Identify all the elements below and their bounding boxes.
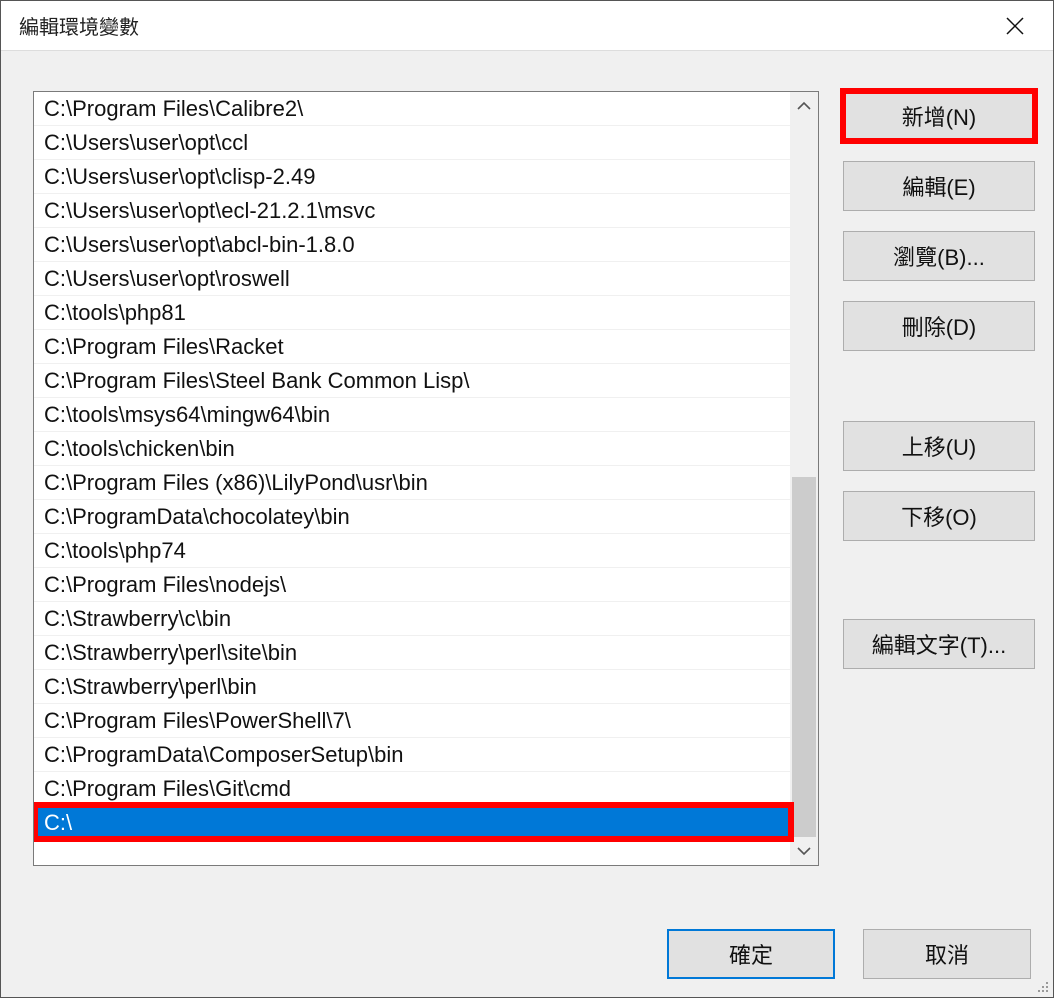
scroll-thumb[interactable]: [792, 477, 816, 837]
list-item[interactable]: C:\Users\user\opt\roswell: [34, 262, 790, 296]
list-item[interactable]: C:\Strawberry\c\bin: [34, 602, 790, 636]
list-item[interactable]: C:\Program Files\nodejs\: [34, 568, 790, 602]
list-item[interactable]: C:\Users\user\opt\clisp-2.49: [34, 160, 790, 194]
list-item[interactable]: C:\Strawberry\perl\bin: [34, 670, 790, 704]
browse-button[interactable]: 瀏覽(B)...: [843, 231, 1035, 281]
edit-text-button[interactable]: 編輯文字(T)...: [843, 619, 1035, 669]
list-item[interactable]: C:\Users\user\opt\ccl: [34, 126, 790, 160]
list-item[interactable]: C:\tools\php74: [34, 534, 790, 568]
list-item[interactable]: C:\ProgramData\ComposerSetup\bin: [34, 738, 790, 772]
side-buttons: 新增(N) 編輯(E) 瀏覽(B)... 刪除(D) 上移(U) 下移(O) 編…: [843, 91, 1035, 889]
close-icon: [1006, 17, 1024, 35]
list-item[interactable]: C:\ProgramData\chocolatey\bin: [34, 500, 790, 534]
scroll-down-button[interactable]: [790, 837, 818, 865]
dialog-window: 編輯環境變數 C:\Program Files\Calibre2\C:\User…: [0, 0, 1054, 998]
dialog-content: C:\Program Files\Calibre2\C:\Users\user\…: [1, 51, 1053, 997]
list-wrap: C:\Program Files\Calibre2\C:\Users\user\…: [33, 91, 819, 889]
list-item[interactable]: C:\Users\user\opt\ecl-21.2.1\msvc: [34, 194, 790, 228]
list-item[interactable]: C:\Program Files\Steel Bank Common Lisp\: [34, 364, 790, 398]
spacer: [843, 561, 1035, 599]
list-item[interactable]: C:\Users\user\opt\abcl-bin-1.8.0: [34, 228, 790, 262]
spacer: [843, 371, 1035, 401]
list-item[interactable]: C:\tools\msys64\mingw64\bin: [34, 398, 790, 432]
close-button[interactable]: [995, 6, 1035, 46]
list-item[interactable]: C:\Program Files (x86)\LilyPond\usr\bin: [34, 466, 790, 500]
list-item[interactable]: C:\: [34, 806, 790, 840]
delete-button[interactable]: 刪除(D): [843, 301, 1035, 351]
move-down-button[interactable]: 下移(O): [843, 491, 1035, 541]
path-listbox[interactable]: C:\Program Files\Calibre2\C:\Users\user\…: [33, 91, 819, 866]
list-item[interactable]: C:\tools\php81: [34, 296, 790, 330]
list-item[interactable]: C:\Program Files\Calibre2\: [34, 92, 790, 126]
new-button[interactable]: 新增(N): [843, 91, 1035, 141]
chevron-up-icon: [797, 101, 811, 111]
list-item[interactable]: C:\tools\chicken\bin: [34, 432, 790, 466]
list-item[interactable]: C:\Program Files\Git\cmd: [34, 772, 790, 806]
move-up-button[interactable]: 上移(U): [843, 421, 1035, 471]
cancel-button[interactable]: 取消: [863, 929, 1031, 979]
scroll-up-button[interactable]: [790, 92, 818, 120]
window-title: 編輯環境變數: [19, 11, 139, 40]
list-item[interactable]: C:\Program Files\PowerShell\7\: [34, 704, 790, 738]
chevron-down-icon: [797, 846, 811, 856]
list-item[interactable]: C:\Program Files\Racket: [34, 330, 790, 364]
main-row: C:\Program Files\Calibre2\C:\Users\user\…: [33, 91, 1035, 889]
ok-button[interactable]: 確定: [667, 929, 835, 979]
titlebar: 編輯環境變數: [1, 1, 1053, 51]
footer: 確定 取消: [33, 889, 1035, 979]
scrollbar[interactable]: [790, 92, 818, 865]
resize-grip-icon[interactable]: [1036, 980, 1050, 994]
list-item[interactable]: C:\Strawberry\perl\site\bin: [34, 636, 790, 670]
list-items: C:\Program Files\Calibre2\C:\Users\user\…: [34, 92, 790, 840]
edit-button[interactable]: 編輯(E): [843, 161, 1035, 211]
